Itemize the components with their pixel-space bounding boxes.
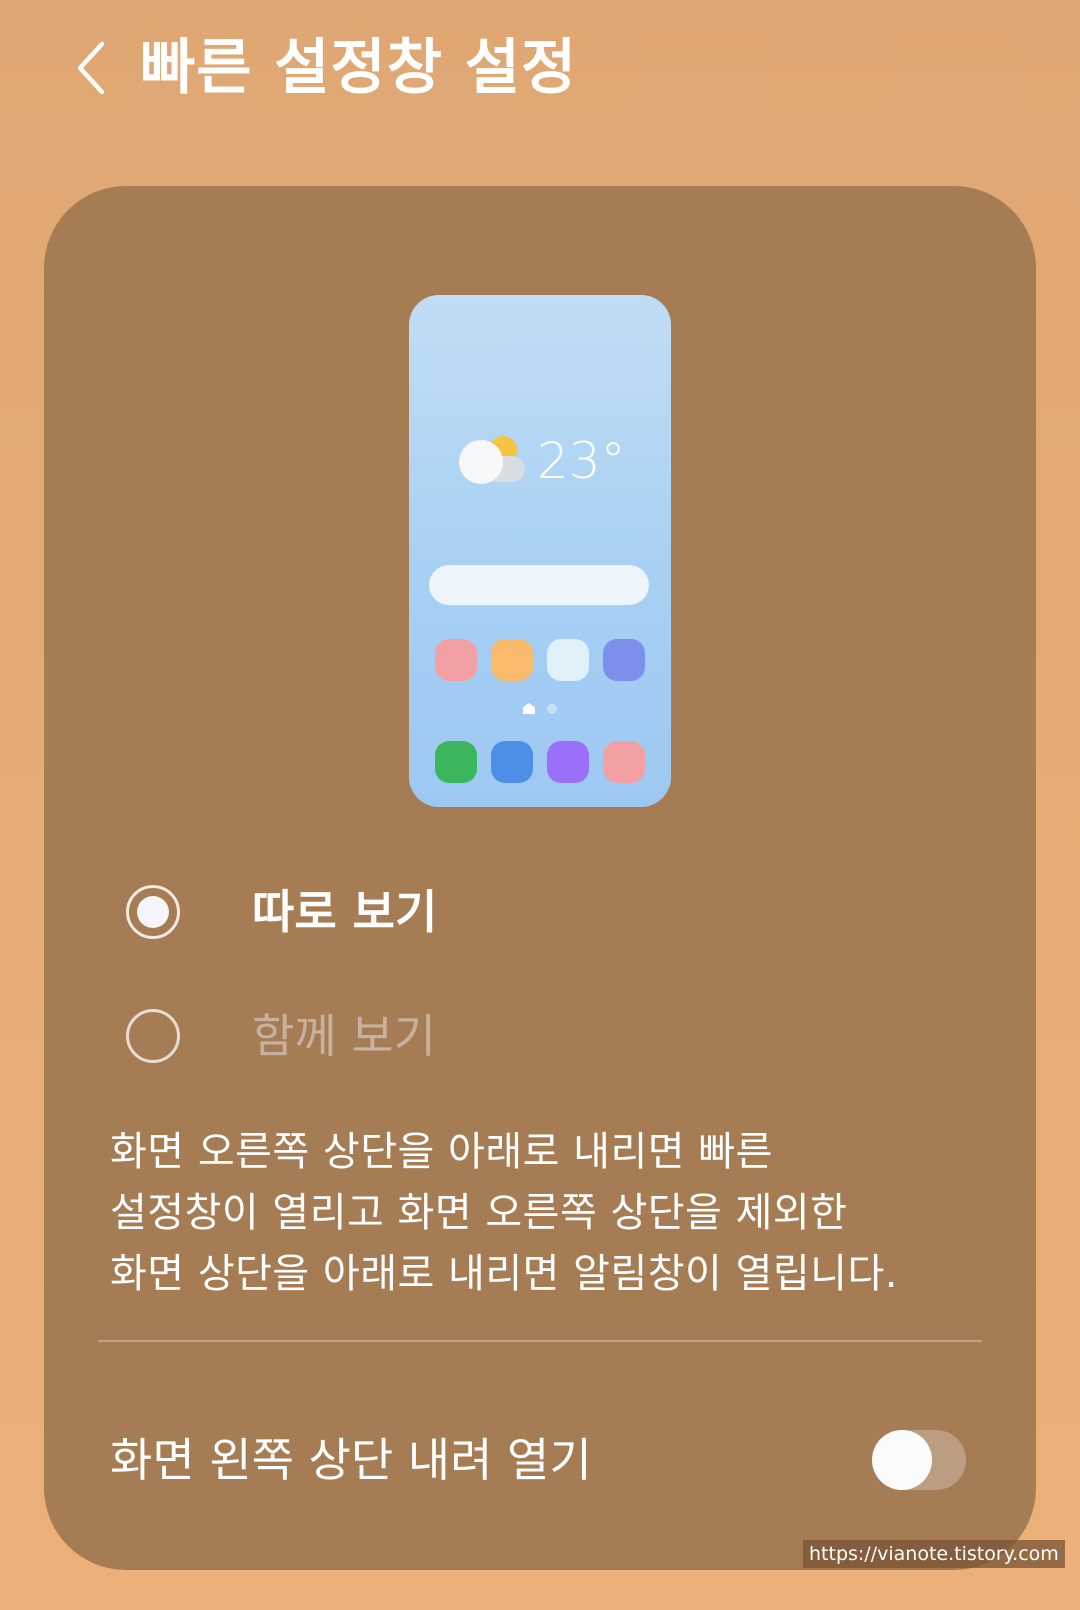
- app-icon: [435, 639, 477, 681]
- back-button[interactable]: [62, 38, 122, 98]
- page-title: 빠른 설정창 설정: [140, 33, 578, 103]
- home-page-icon: [523, 703, 535, 714]
- app-icon: [603, 741, 645, 783]
- app-icon-row-2: [435, 741, 645, 783]
- toggle-thumb: [872, 1430, 932, 1490]
- app-icon-row-1: [435, 639, 645, 681]
- app-icon: [547, 741, 589, 783]
- app-icon: [491, 639, 533, 681]
- left-top-pull-down-setting[interactable]: 화면 왼쪽 상단 내려 열기: [110, 1420, 966, 1500]
- option-label: 따로 보기: [252, 885, 438, 939]
- phone-preview: 23°: [409, 295, 671, 807]
- app-icon: [491, 741, 533, 783]
- option-label: 함께 보기: [252, 1009, 436, 1063]
- option-separate-view[interactable]: 따로 보기: [110, 862, 1010, 962]
- preview-search-bar: [429, 565, 649, 605]
- app-icon: [435, 741, 477, 783]
- page-dot: [547, 703, 557, 714]
- app-icon: [547, 639, 589, 681]
- radio-dot: [137, 896, 169, 928]
- partly-cloudy-icon: [459, 436, 525, 486]
- divider: [98, 1340, 982, 1342]
- temperature-text: 23°: [537, 432, 626, 490]
- radio-button-unselected[interactable]: [126, 1009, 180, 1063]
- toggle-label: 화면 왼쪽 상단 내려 열기: [110, 1433, 592, 1487]
- description-line: 화면 오른쪽 상단을 아래로 내리면 빠른: [110, 1129, 773, 1175]
- chevron-left-icon: [77, 41, 105, 95]
- option-together-view[interactable]: 함께 보기: [110, 986, 1010, 1086]
- top-app-bar: 빠른 설정창 설정: [0, 0, 1080, 150]
- description-line: 화면 상단을 아래로 내리면 알림창이 열립니다.: [110, 1251, 898, 1297]
- weather-widget: 23°: [459, 433, 626, 489]
- watermark: https://vianote.tistory.com: [803, 1540, 1065, 1568]
- option-description: 화면 오른쪽 상단을 아래로 내리면 빠른 설정창이 열리고 화면 오른쪽 상단…: [110, 1122, 970, 1305]
- app-icon: [603, 639, 645, 681]
- toggle-switch[interactable]: [872, 1430, 966, 1490]
- page-indicator: [523, 703, 557, 714]
- radio-button-selected[interactable]: [126, 885, 180, 939]
- description-line: 설정창이 열리고 화면 오른쪽 상단을 제외한: [110, 1190, 848, 1236]
